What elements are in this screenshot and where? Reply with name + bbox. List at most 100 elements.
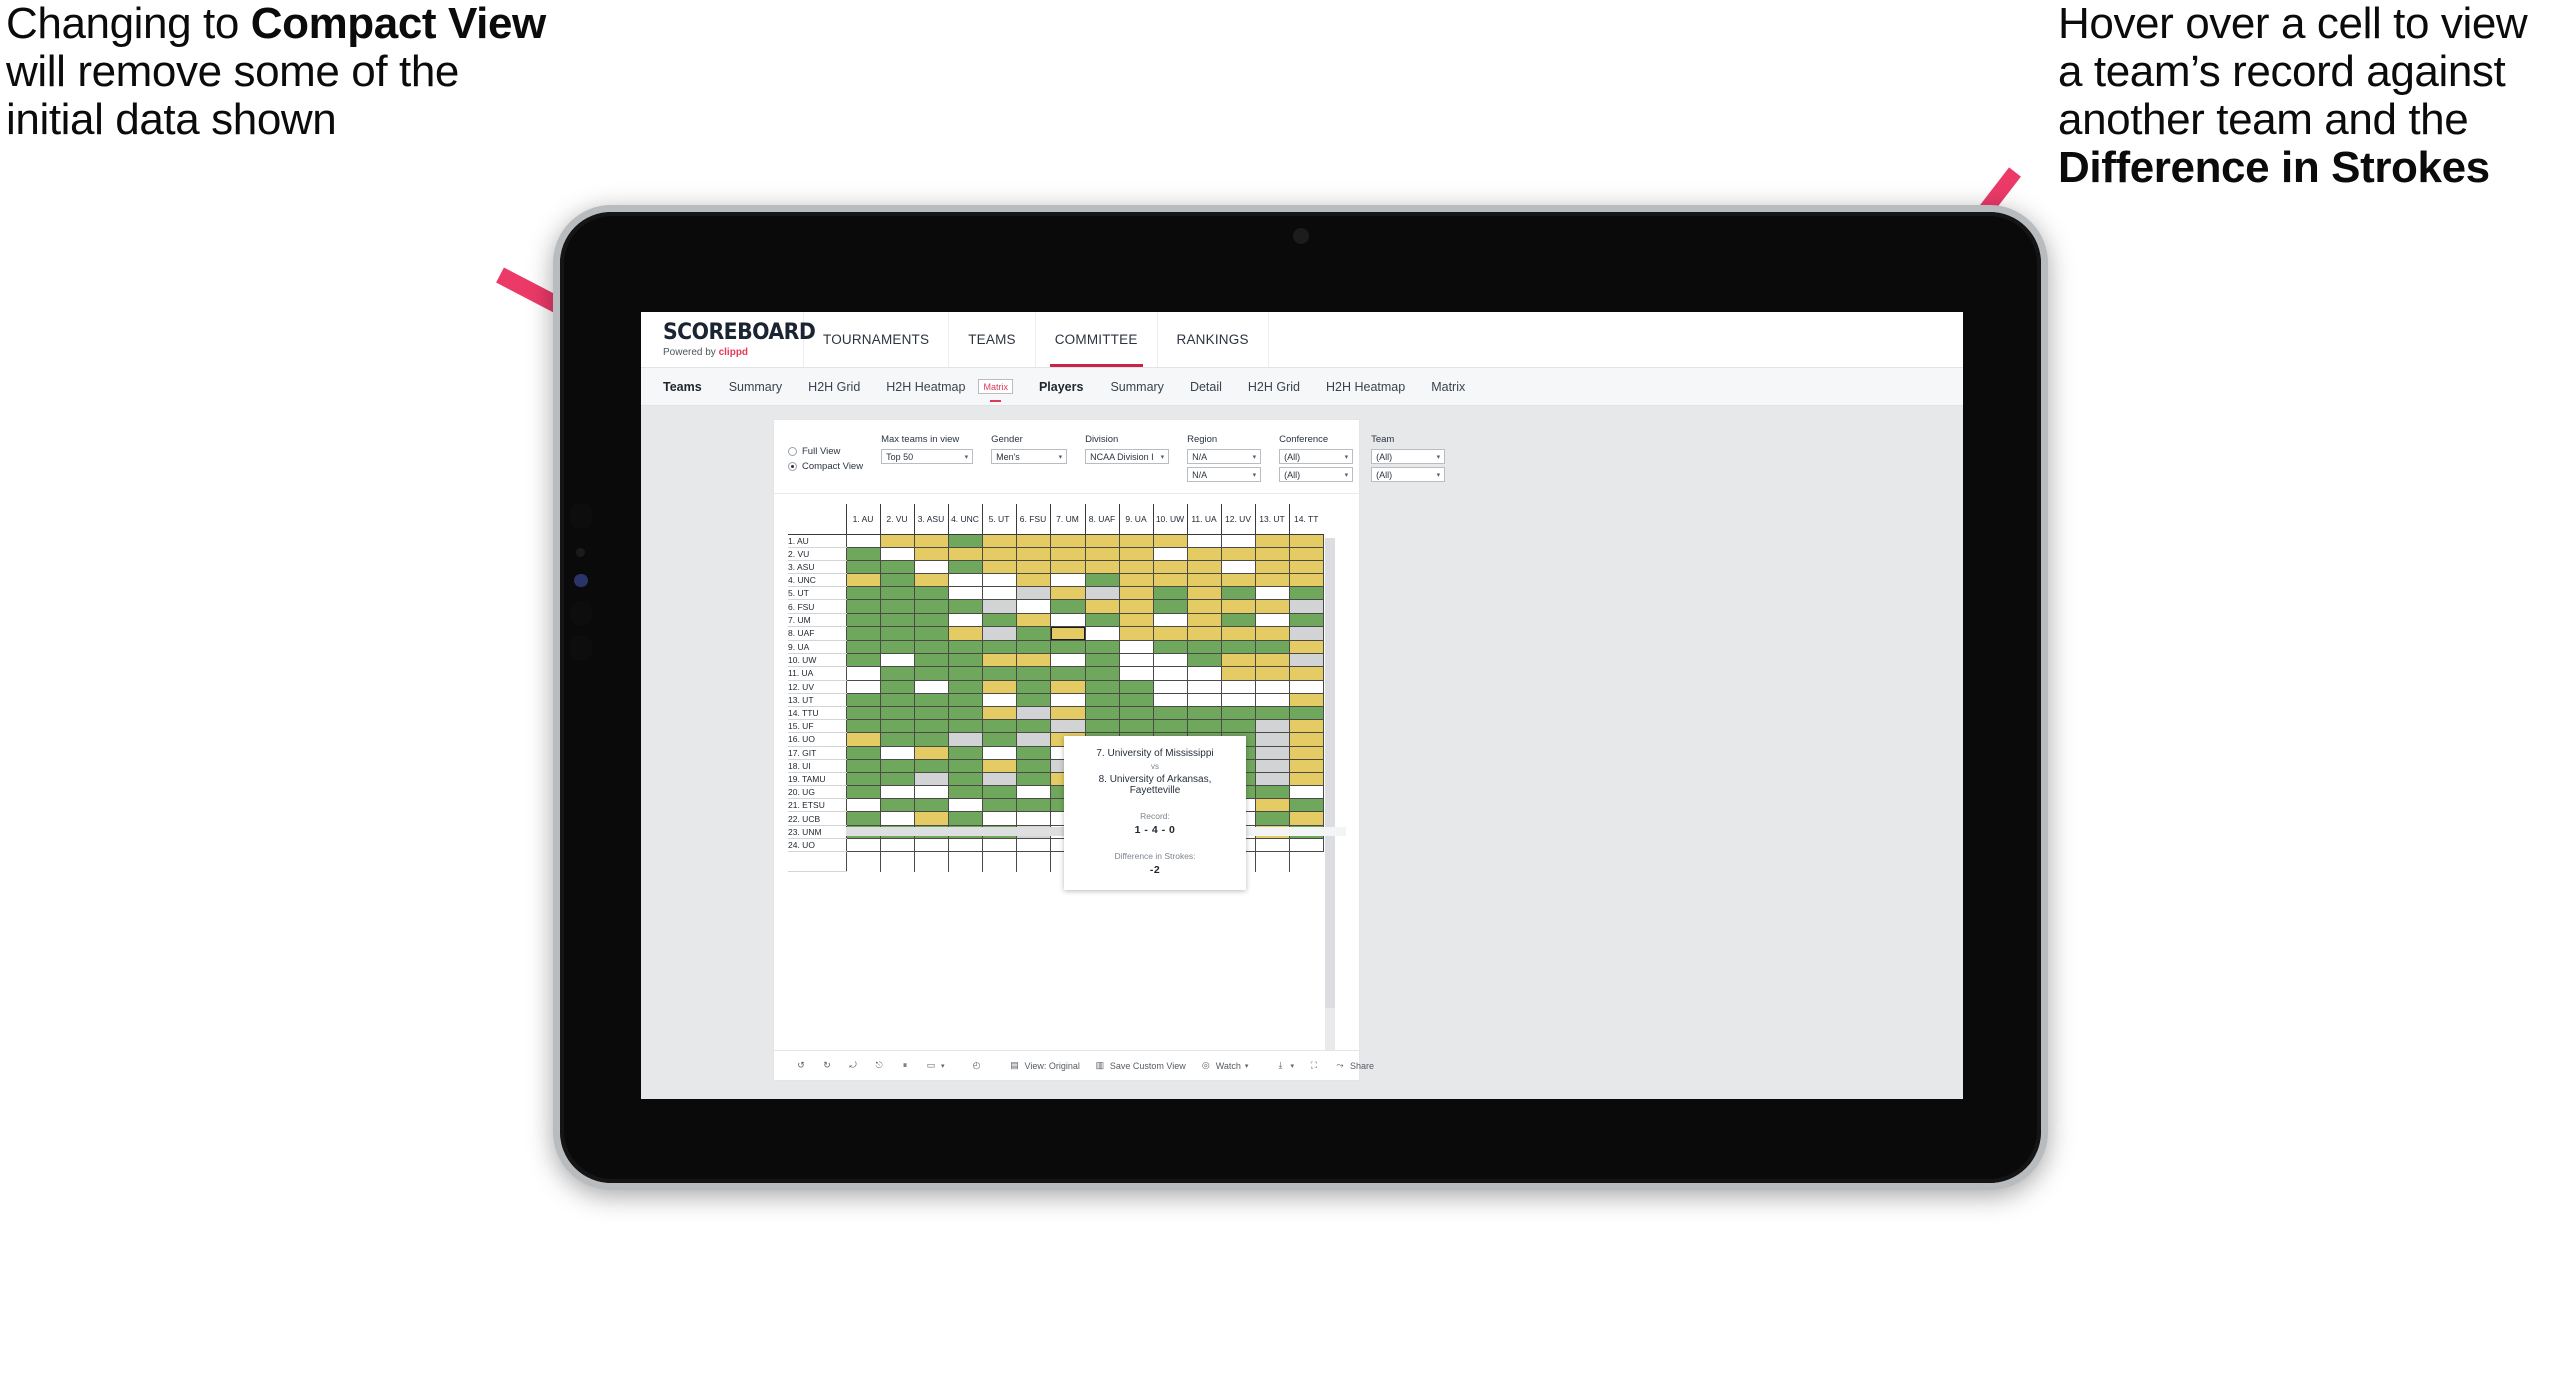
matrix-cell[interactable]: [1220, 573, 1256, 588]
matrix-cell[interactable]: [947, 745, 983, 760]
matrix-cell[interactable]: [981, 612, 1017, 627]
matrix-cell[interactable]: [913, 546, 949, 561]
matrix-cell[interactable]: [981, 546, 1017, 561]
matrix-cell[interactable]: [1220, 546, 1256, 561]
download-button[interactable]: ⤓ ▾: [1267, 1060, 1301, 1072]
matrix-cell[interactable]: [981, 653, 1017, 668]
matrix-cell[interactable]: [1118, 546, 1154, 561]
matrix-cell[interactable]: [1186, 546, 1222, 561]
filter-conference-select-2[interactable]: (All) ▾: [1279, 467, 1354, 482]
matrix-cell[interactable]: [947, 798, 983, 813]
subnav-players-h2h-grid[interactable]: H2H Grid: [1235, 380, 1313, 394]
matrix-cell[interactable]: [879, 639, 915, 655]
matrix-cell[interactable]: [981, 559, 1017, 575]
matrix-cell[interactable]: [913, 758, 949, 773]
matrix-cell[interactable]: [1186, 559, 1222, 575]
matrix-cell[interactable]: [1186, 533, 1222, 548]
matrix-cell[interactable]: [981, 798, 1017, 813]
matrix-cell[interactable]: [981, 599, 1017, 614]
matrix-cell[interactable]: [1288, 679, 1324, 694]
matrix-cell[interactable]: [1152, 559, 1188, 575]
matrix-cell[interactable]: [1254, 679, 1290, 694]
matrix-cell[interactable]: [845, 745, 881, 760]
matrix-cell[interactable]: [1015, 705, 1051, 721]
matrix-cell[interactable]: [879, 625, 915, 642]
matrix-cell[interactable]: [1015, 653, 1051, 668]
matrix-cell[interactable]: [1049, 666, 1086, 681]
matrix-cell[interactable]: [1084, 546, 1120, 561]
matrix-cell[interactable]: [1186, 679, 1222, 694]
matrix-cell[interactable]: [981, 837, 1017, 853]
matrix-cell[interactable]: [1220, 599, 1256, 614]
matrix-cell[interactable]: [1254, 745, 1290, 760]
matrix-cell[interactable]: [1084, 692, 1120, 707]
subnav-players-matrix[interactable]: Matrix: [1418, 380, 1478, 394]
matrix-cell[interactable]: [947, 625, 983, 642]
device-volume-up-button[interactable]: [570, 601, 592, 625]
matrix-cell[interactable]: [947, 666, 983, 681]
matrix-cell[interactable]: [1254, 719, 1290, 734]
matrix-cell[interactable]: [1084, 639, 1120, 655]
matrix-cell[interactable]: [1288, 559, 1324, 575]
subnav-players-h2h-heatmap[interactable]: H2H Heatmap: [1313, 380, 1418, 394]
matrix-cell[interactable]: [1220, 679, 1256, 694]
matrix-cell[interactable]: [1084, 559, 1120, 575]
matrix-cell[interactable]: [947, 546, 983, 561]
matrix-cell[interactable]: [1084, 679, 1120, 694]
matrix-cell[interactable]: [1015, 811, 1051, 826]
matrix-cell[interactable]: [947, 612, 983, 627]
matrix-cell[interactable]: [1152, 719, 1188, 734]
matrix-cell[interactable]: [1015, 692, 1051, 707]
matrix-cell[interactable]: [913, 732, 949, 747]
matrix-cell[interactable]: [1015, 758, 1051, 773]
revert-button[interactable]: ⤾: [840, 1060, 866, 1072]
matrix-cell[interactable]: [879, 837, 915, 853]
matrix-cell[interactable]: [1049, 719, 1086, 734]
matrix-cell[interactable]: [1118, 679, 1154, 694]
matrix-cell[interactable]: [845, 559, 881, 575]
matrix-cell[interactable]: [1118, 639, 1154, 655]
view-original-button[interactable]: ▤ View: Original: [1002, 1060, 1087, 1072]
matrix-cell[interactable]: [913, 559, 949, 575]
matrix-cell[interactable]: [1186, 719, 1222, 734]
matrix-cell[interactable]: [1152, 612, 1188, 627]
matrix-cell[interactable]: [981, 719, 1017, 734]
matrix-cell[interactable]: [981, 586, 1017, 601]
matrix-cell[interactable]: [845, 599, 881, 614]
matrix-cell[interactable]: [1152, 625, 1188, 642]
matrix-cell[interactable]: [1015, 679, 1051, 694]
redo-button[interactable]: ↻: [814, 1060, 840, 1072]
matrix-cell[interactable]: [1288, 705, 1324, 721]
matrix-cell[interactable]: [913, 666, 949, 681]
matrix-cell[interactable]: [913, 639, 949, 655]
matrix-cell[interactable]: [1118, 612, 1154, 627]
save-custom-view-button[interactable]: ▥ Save Custom View: [1087, 1060, 1193, 1072]
matrix-cell[interactable]: [1288, 625, 1324, 642]
matrix-cell[interactable]: [1118, 533, 1154, 548]
matrix-cell[interactable]: [1152, 533, 1188, 548]
matrix-cell[interactable]: [1254, 612, 1290, 627]
matrix-cell[interactable]: [1015, 573, 1051, 588]
matrix-cell[interactable]: [1152, 639, 1188, 655]
filter-conference-select-1[interactable]: (All) ▾: [1279, 449, 1354, 464]
matrix-cell[interactable]: [1220, 653, 1256, 668]
subnav-teams-h2h-grid[interactable]: H2H Grid: [795, 380, 873, 394]
matrix-cell[interactable]: [879, 745, 915, 760]
matrix-cell[interactable]: [879, 732, 915, 747]
matrix-cell[interactable]: [1220, 625, 1256, 642]
matrix-cell[interactable]: [1254, 798, 1290, 813]
matrix-cell[interactable]: [1254, 639, 1290, 655]
matrix-cell[interactable]: [845, 798, 881, 813]
matrix-cell[interactable]: [845, 692, 881, 707]
radio-compact-view[interactable]: Compact View: [788, 461, 863, 472]
matrix-cell[interactable]: [947, 705, 983, 721]
matrix-cell[interactable]: [1049, 599, 1086, 614]
matrix-cell[interactable]: [981, 679, 1017, 694]
matrix-cell[interactable]: [1084, 653, 1120, 668]
matrix-cell[interactable]: [1152, 666, 1188, 681]
matrix-cell[interactable]: [879, 666, 915, 681]
filter-team-select-1[interactable]: (All) ▾: [1371, 449, 1446, 464]
filter-region-select-1[interactable]: N/A ▾: [1187, 449, 1262, 464]
matrix-cell[interactable]: [1288, 811, 1324, 826]
matrix-cell[interactable]: [879, 559, 915, 575]
